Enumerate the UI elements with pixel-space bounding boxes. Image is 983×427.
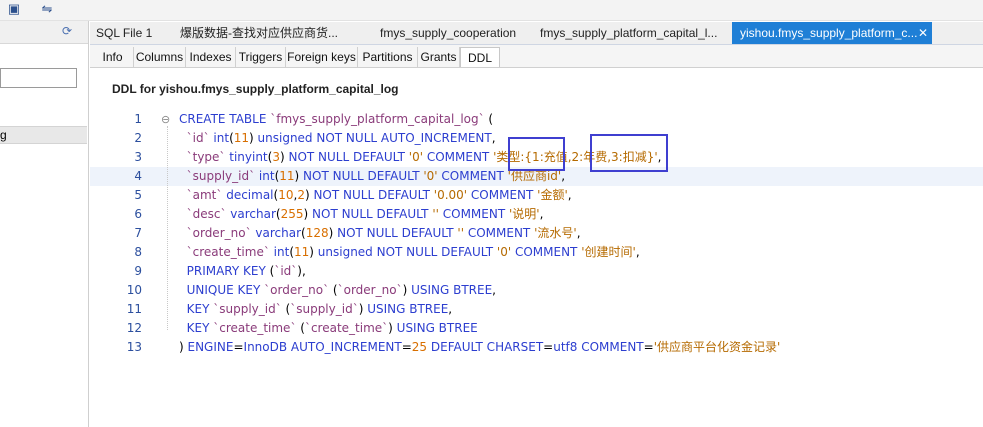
object-filter-input[interactable]: [0, 68, 77, 88]
code-line: 7 `order_no` varchar(128) NOT NULL DEFAU…: [90, 224, 983, 243]
code-line: 9 PRIMARY KEY (`id`),: [90, 262, 983, 281]
close-icon[interactable]: ✕: [918, 22, 928, 44]
ddl-title: DDL for yishou.fmys_supply_platform_capi…: [112, 82, 399, 96]
tab-indexes[interactable]: Indexes: [186, 47, 236, 67]
tab-foreign-keys[interactable]: Foreign keys: [286, 47, 358, 67]
line-number: 6: [134, 207, 142, 221]
line-number: 13: [126, 340, 142, 354]
schema-sync-icon[interactable]: ⇋: [38, 1, 56, 17]
code-text: `order_no` varchar(128) NOT NULL DEFAULT…: [179, 226, 581, 240]
tab-ddl[interactable]: DDL: [460, 47, 500, 67]
line-number: 9: [134, 264, 142, 278]
annotation-box: [508, 137, 565, 171]
list-item[interactable]: g: [0, 126, 87, 144]
line-number: 5: [134, 188, 142, 202]
code-text: `id` int(11) unsigned NOT NULL AUTO_INCR…: [179, 131, 496, 145]
tab-partitions[interactable]: Partitions: [358, 47, 418, 67]
line-number: 3: [134, 150, 142, 164]
line-number: 4: [134, 169, 142, 183]
tab-triggers[interactable]: Triggers: [236, 47, 286, 67]
code-line: 12 KEY `create_time` (`create_time`) USI…: [90, 319, 983, 338]
code-text: CREATE TABLE `fmys_supply_platform_capit…: [179, 112, 494, 126]
code-line: 8 `create_time` int(11) unsigned NOT NUL…: [90, 243, 983, 262]
code-text: UNIQUE KEY `order_no` (`order_no`) USING…: [179, 283, 496, 297]
line-number: 11: [126, 302, 142, 316]
code-text: `desc` varchar(255) NOT NULL DEFAULT '' …: [179, 207, 544, 221]
line-number: 7: [134, 226, 142, 240]
tab-info[interactable]: Info: [92, 47, 134, 67]
fold-guide: [167, 126, 169, 330]
line-number: 2: [134, 131, 142, 145]
code-text: ) ENGINE=InnoDB AUTO_INCREMENT=25 DEFAUL…: [179, 340, 781, 354]
object-browser-header: ⟳: [0, 21, 88, 44]
line-number: 10: [126, 283, 142, 297]
tab-query[interactable]: 爆版数据-查找对应供应商货...: [174, 22, 374, 44]
object-browser: ⟳ g: [0, 21, 89, 427]
annotation-box: [590, 134, 668, 172]
code-text: PRIMARY KEY (`id`),: [179, 264, 306, 278]
tab-columns[interactable]: Columns: [134, 47, 186, 67]
tab-grants[interactable]: Grants: [418, 47, 460, 67]
toolbar: ▣ ⇋: [0, 0, 983, 21]
code-line: 5 `amt` decimal(10,2) NOT NULL DEFAULT '…: [90, 186, 983, 205]
tab-fmys-supply-cooperation[interactable]: fmys_supply_cooperation: [374, 22, 532, 44]
file-tab-bar: SQL File 1 爆版数据-查找对应供应商货... fmys_supply_…: [90, 22, 983, 45]
code-text: `amt` decimal(10,2) NOT NULL DEFAULT '0.…: [179, 188, 572, 202]
tab-yishou-capital-log[interactable]: yishou.fmys_supply_platform_c... ✕: [732, 22, 932, 44]
tab-sql-file-1[interactable]: SQL File 1: [90, 22, 174, 44]
code-text: KEY `create_time` (`create_time`) USING …: [179, 321, 478, 335]
code-line: 10 UNIQUE KEY `order_no` (`order_no`) US…: [90, 281, 983, 300]
code-line: 1 CREATE TABLE `fmys_supply_platform_capi…: [90, 110, 983, 129]
code-text: KEY `supply_id` (`supply_id`) USING BTRE…: [179, 302, 453, 316]
line-number: 8: [134, 245, 142, 259]
object-sub-tabs: Info Columns Indexes Triggers Foreign ke…: [90, 45, 983, 68]
tab-capital-log[interactable]: fmys_supply_platform_capital_l...: [532, 22, 730, 44]
code-line: 13 ) ENGINE=InnoDB AUTO_INCREMENT=25 DEFA…: [90, 338, 983, 357]
line-number: 1: [134, 112, 142, 126]
code-text: `create_time` int(11) unsigned NOT NULL …: [179, 245, 640, 259]
refresh-icon[interactable]: ⟳: [62, 24, 72, 38]
query-icon[interactable]: ▣: [5, 1, 23, 17]
line-number: 12: [126, 321, 142, 335]
code-line: 6 `desc` varchar(255) NOT NULL DEFAULT '…: [90, 205, 983, 224]
code-line: 11 KEY `supply_id` (`supply_id`) USING B…: [90, 300, 983, 319]
fold-icon[interactable]: ⊖: [161, 113, 170, 126]
tab-label: yishou.fmys_supply_platform_c...: [740, 26, 918, 40]
